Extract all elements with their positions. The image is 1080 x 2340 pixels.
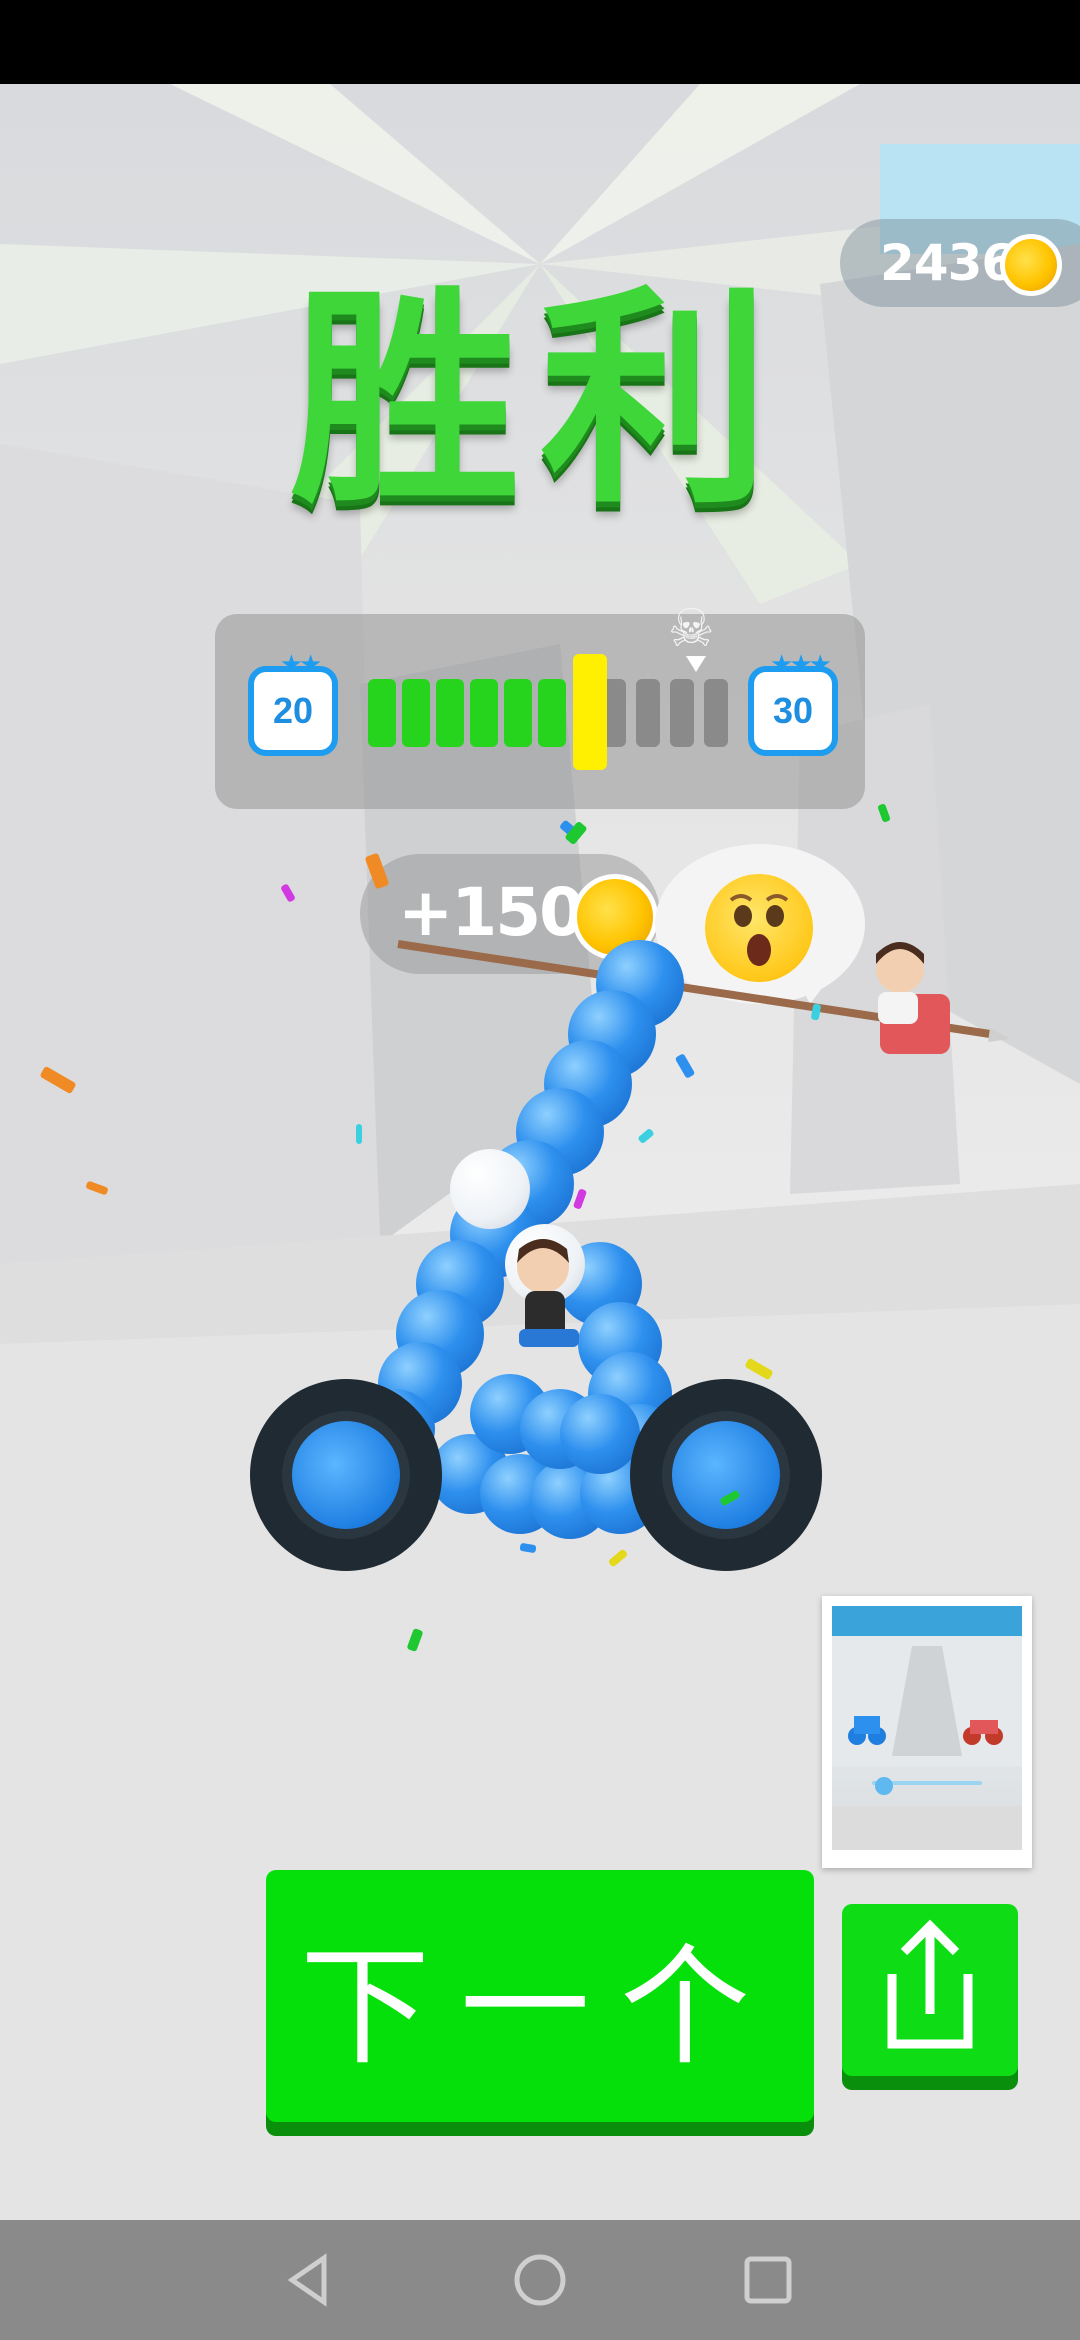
coin-icon <box>1000 234 1062 296</box>
nav-back-button[interactable] <box>258 2240 358 2320</box>
boss-arrow-icon <box>686 656 706 672</box>
vehicle-balloon <box>560 1394 640 1474</box>
share-icon <box>887 1919 973 2049</box>
status-bar <box>0 0 1080 84</box>
nav-back-icon <box>287 2253 327 2307</box>
current-level-number: 20 <box>254 672 332 750</box>
game-scene[interactable]: 胜利 2436 ★★ 20 ★★★ 30 ☠ +150 下一个 <box>0 84 1080 2220</box>
replay-thumbnail[interactable] <box>822 1596 1032 1868</box>
progress-segment <box>504 679 532 747</box>
enemy-rider <box>876 942 950 1054</box>
left-wheel-hub <box>282 1411 410 1539</box>
progress-segment <box>402 679 430 747</box>
progress-segment <box>538 679 566 747</box>
progress-marker <box>573 654 607 770</box>
progress-segment <box>436 679 464 747</box>
right-wheel-hub <box>662 1411 790 1539</box>
replay-thumbnail-image <box>832 1606 1022 1850</box>
nav-recents-icon <box>744 2256 792 2304</box>
progress-segment <box>704 679 728 747</box>
next-level-button[interactable]: 下一个 <box>266 1870 814 2122</box>
nav-home-button[interactable] <box>490 2240 590 2320</box>
player-rider <box>517 1239 579 1347</box>
progress-segment <box>470 679 498 747</box>
nav-home-icon <box>514 2254 566 2306</box>
current-level-badge: ★★ 20 <box>248 650 338 756</box>
next-level-badge: ★★★ 30 <box>748 650 838 756</box>
coin-count: 2436 <box>880 234 1016 292</box>
progress-segment <box>670 679 694 747</box>
next-level-number: 30 <box>754 672 832 750</box>
next-button-label: 下一个 <box>299 1931 780 2083</box>
progress-segment <box>368 679 396 747</box>
vehicle-balloon-white <box>450 1149 530 1229</box>
confetti-piece <box>356 1124 362 1144</box>
nav-recents-button[interactable] <box>718 2240 818 2320</box>
share-button[interactable] <box>842 1904 1018 2076</box>
skull-icon: ☠ <box>668 599 715 659</box>
progress-segment <box>636 679 660 747</box>
